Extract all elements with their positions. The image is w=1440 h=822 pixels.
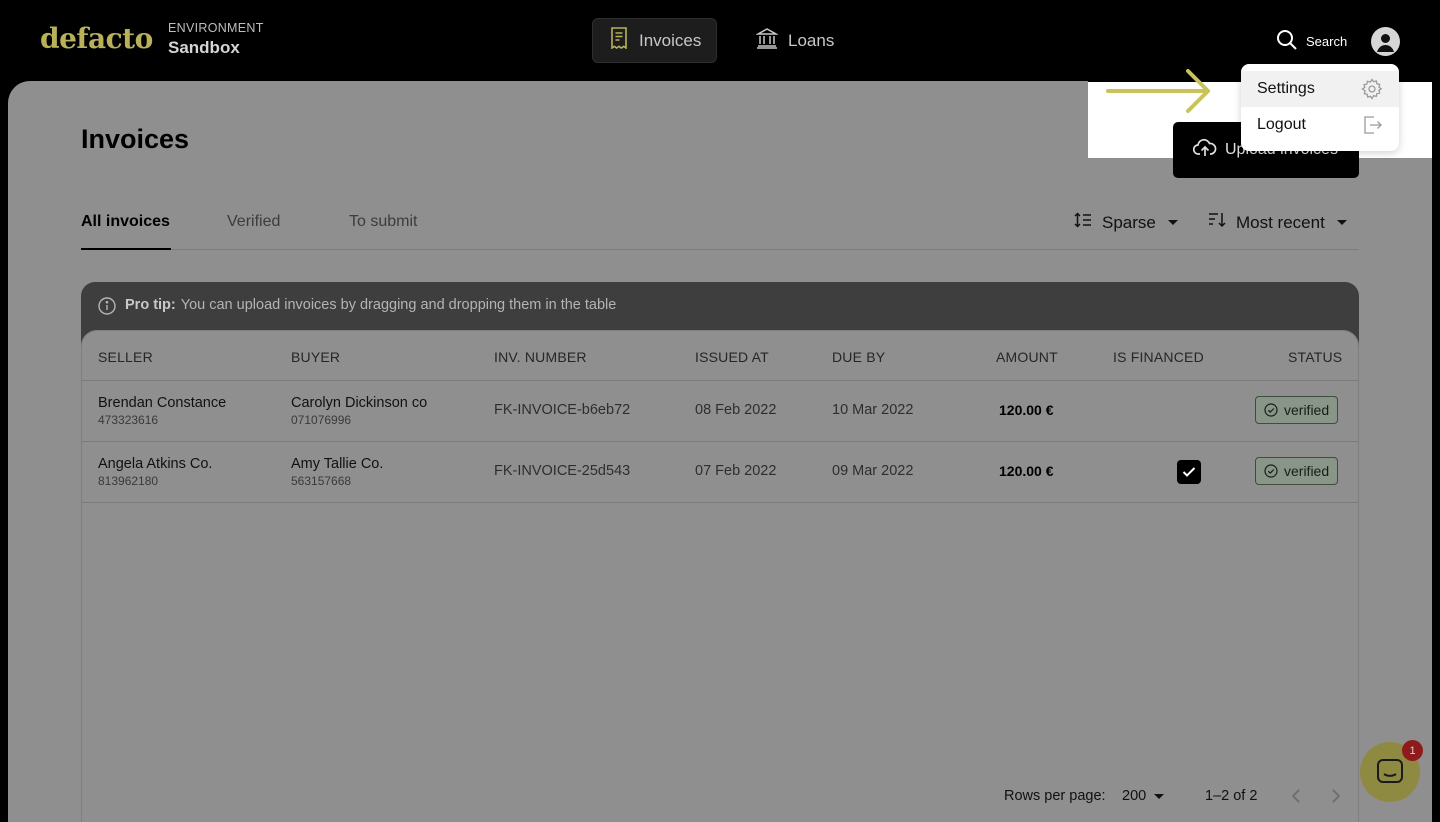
density-icon <box>1074 212 1102 233</box>
checkmark-icon <box>1182 467 1196 477</box>
financed-checkbox[interactable] <box>1177 460 1201 484</box>
column-header-is-financed[interactable]: IS FINANCED <box>1113 349 1204 365</box>
sort-value: Most recent <box>1236 212 1325 232</box>
chat-unread-badge: 1 <box>1402 740 1423 761</box>
receipt-icon <box>609 27 639 54</box>
seller-name: Brendan Constance <box>98 395 227 411</box>
column-header-due-by[interactable]: DUE BY <box>832 349 885 365</box>
chat-icon <box>1377 759 1403 783</box>
pro-tip-text: You can upload invoices by dragging and … <box>180 297 617 313</box>
buyer-name: Carolyn Dickinson co <box>291 395 428 411</box>
buyer-id: 071076996 <box>291 413 352 427</box>
nav-loans[interactable]: Loans <box>740 18 850 63</box>
nav-invoices[interactable]: Invoices <box>592 18 717 63</box>
seller-id: 473323616 <box>98 413 159 427</box>
pagination-range: 1–2 of 2 <box>1205 788 1258 804</box>
amount: 120.00 € <box>999 402 1054 418</box>
seller-name: Angela Atkins Co. <box>98 456 213 472</box>
gear-icon <box>1361 78 1383 100</box>
tab-verified[interactable]: Verified <box>227 213 280 231</box>
chevron-down-icon <box>1154 793 1165 799</box>
invoice-number: FK-INVOICE-b6eb72 <box>494 402 631 418</box>
nav-invoices-label: Invoices <box>639 30 702 50</box>
status-badge: verified <box>1255 457 1339 485</box>
status-badge: verified <box>1255 396 1339 424</box>
active-tab-indicator <box>81 248 171 250</box>
menu-item-settings-label: Settings <box>1257 80 1315 97</box>
rows-per-page-value: 200 <box>1122 788 1147 804</box>
issued-date: 07 Feb 2022 <box>695 463 777 479</box>
table-row[interactable]: Brendan Constance 473323616 Carolyn Dick… <box>82 381 1358 442</box>
invoice-number: FK-INVOICE-25d543 <box>494 463 631 479</box>
brand-logo[interactable]: defacto <box>40 22 153 55</box>
due-date: 09 Mar 2022 <box>832 463 914 479</box>
chevron-down-icon <box>1336 220 1347 225</box>
sort-icon <box>1208 212 1236 233</box>
buyer-name: Amy Tallie Co. <box>291 456 384 472</box>
user-dropdown-menu: Settings Logout <box>1241 64 1399 151</box>
column-header-amount[interactable]: AMOUNT <box>996 349 1058 365</box>
logout-icon <box>1364 116 1382 134</box>
check-circle-icon <box>1264 403 1278 417</box>
menu-item-settings[interactable]: Settings <box>1241 71 1399 107</box>
density-select[interactable]: Sparse <box>1074 212 1178 233</box>
search-icon <box>1276 29 1306 54</box>
menu-item-logout[interactable]: Logout <box>1241 107 1399 143</box>
rows-per-page-select[interactable]: 200 <box>1122 788 1165 804</box>
environment-indicator: ENVIRONMENT Sandbox <box>168 21 264 58</box>
column-header-issued-at[interactable]: ISSUED AT <box>695 349 769 365</box>
tab-all-invoices[interactable]: All invoices <box>81 213 170 231</box>
user-icon <box>1377 34 1394 52</box>
sort-select[interactable]: Most recent <box>1208 212 1347 233</box>
column-header-seller[interactable]: SELLER <box>98 349 153 365</box>
tab-to-submit[interactable]: To submit <box>349 213 417 231</box>
status-label: verified <box>1284 463 1330 479</box>
chevron-down-icon <box>1167 220 1178 225</box>
column-header-buyer[interactable]: BUYER <box>291 349 340 365</box>
issued-date: 08 Feb 2022 <box>695 402 777 418</box>
column-header-invoice-number[interactable]: INV. NUMBER <box>494 349 587 365</box>
pro-tip-label: Pro tip: <box>125 297 176 313</box>
amount: 120.00 € <box>999 463 1054 479</box>
rows-per-page-label: Rows per page: <box>1004 788 1106 804</box>
environment-label: ENVIRONMENT <box>168 21 264 35</box>
chevron-left-icon[interactable] <box>1290 788 1302 804</box>
user-avatar-button[interactable] <box>1371 27 1400 56</box>
status-label: verified <box>1284 402 1330 418</box>
info-icon <box>98 297 125 319</box>
due-date: 10 Mar 2022 <box>832 402 914 418</box>
density-value: Sparse <box>1102 212 1156 232</box>
upload-cloud-icon <box>1192 138 1225 163</box>
search-label: Search <box>1306 34 1348 49</box>
page-title: Invoices <box>81 124 190 154</box>
check-circle-icon <box>1264 464 1278 478</box>
annotation-arrow <box>1106 69 1210 113</box>
column-header-status[interactable]: STATUS <box>1288 349 1342 365</box>
nav-loans-label: Loans <box>788 30 835 50</box>
buyer-id: 563157668 <box>291 474 352 488</box>
menu-item-logout-label: Logout <box>1257 116 1306 133</box>
environment-value: Sandbox <box>168 38 240 57</box>
table-row[interactable]: Angela Atkins Co. 813962180 Amy Tallie C… <box>82 442 1358 503</box>
invoices-table: SELLER BUYER INV. NUMBER ISSUED AT DUE B… <box>81 330 1359 822</box>
bank-icon <box>755 27 788 54</box>
seller-id: 813962180 <box>98 474 159 488</box>
chevron-right-icon[interactable] <box>1330 788 1342 804</box>
search-button[interactable]: Search <box>1276 29 1347 54</box>
